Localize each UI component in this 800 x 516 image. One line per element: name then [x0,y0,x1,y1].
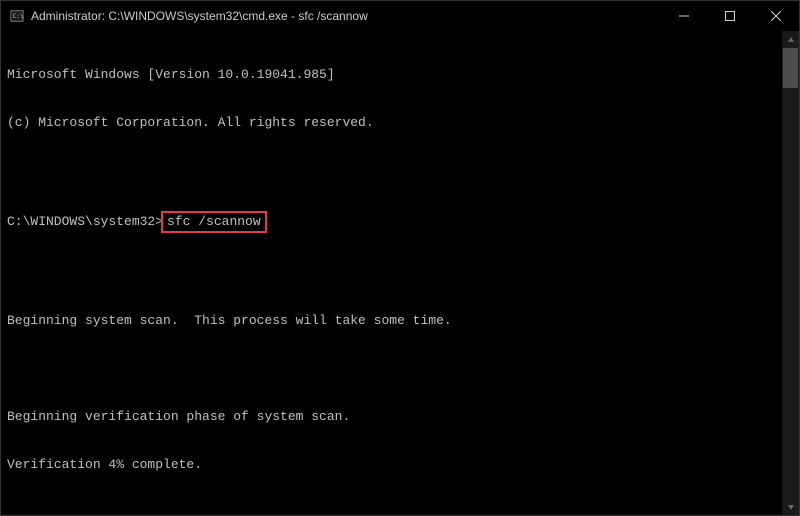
scroll-up-button[interactable] [782,31,799,48]
window-controls [661,1,799,31]
scroll-down-button[interactable] [782,498,799,515]
window-title: Administrator: C:\WINDOWS\system32\cmd.e… [31,9,368,23]
blank-line [7,361,776,377]
output-line: Verification 4% complete. [7,457,776,473]
terminal-output[interactable]: Microsoft Windows [Version 10.0.19041.98… [1,31,782,515]
output-line: (c) Microsoft Corporation. All rights re… [7,115,776,131]
maximize-button[interactable] [707,1,753,31]
vertical-scrollbar[interactable] [782,31,799,515]
cmd-icon: C:\ [9,8,25,24]
prompt-line: C:\WINDOWS\system32>sfc /scannow [7,211,776,233]
close-button[interactable] [753,1,799,31]
command-highlighted: sfc /scannow [161,211,267,233]
output-line: Beginning verification phase of system s… [7,409,776,425]
svg-text:C:\: C:\ [13,13,24,20]
cmd-window: C:\ Administrator: C:\WINDOWS\system32\c… [0,0,800,516]
output-line: Beginning system scan. This process will… [7,313,776,329]
scroll-thumb[interactable] [783,48,798,88]
output-line: Microsoft Windows [Version 10.0.19041.98… [7,67,776,83]
titlebar[interactable]: C:\ Administrator: C:\WINDOWS\system32\c… [1,1,799,31]
content-area: Microsoft Windows [Version 10.0.19041.98… [1,31,799,515]
blank-line [7,163,776,179]
titlebar-left: C:\ Administrator: C:\WINDOWS\system32\c… [9,8,368,24]
blank-line [7,265,776,281]
prompt-path: C:\WINDOWS\system32> [7,214,163,230]
minimize-button[interactable] [661,1,707,31]
